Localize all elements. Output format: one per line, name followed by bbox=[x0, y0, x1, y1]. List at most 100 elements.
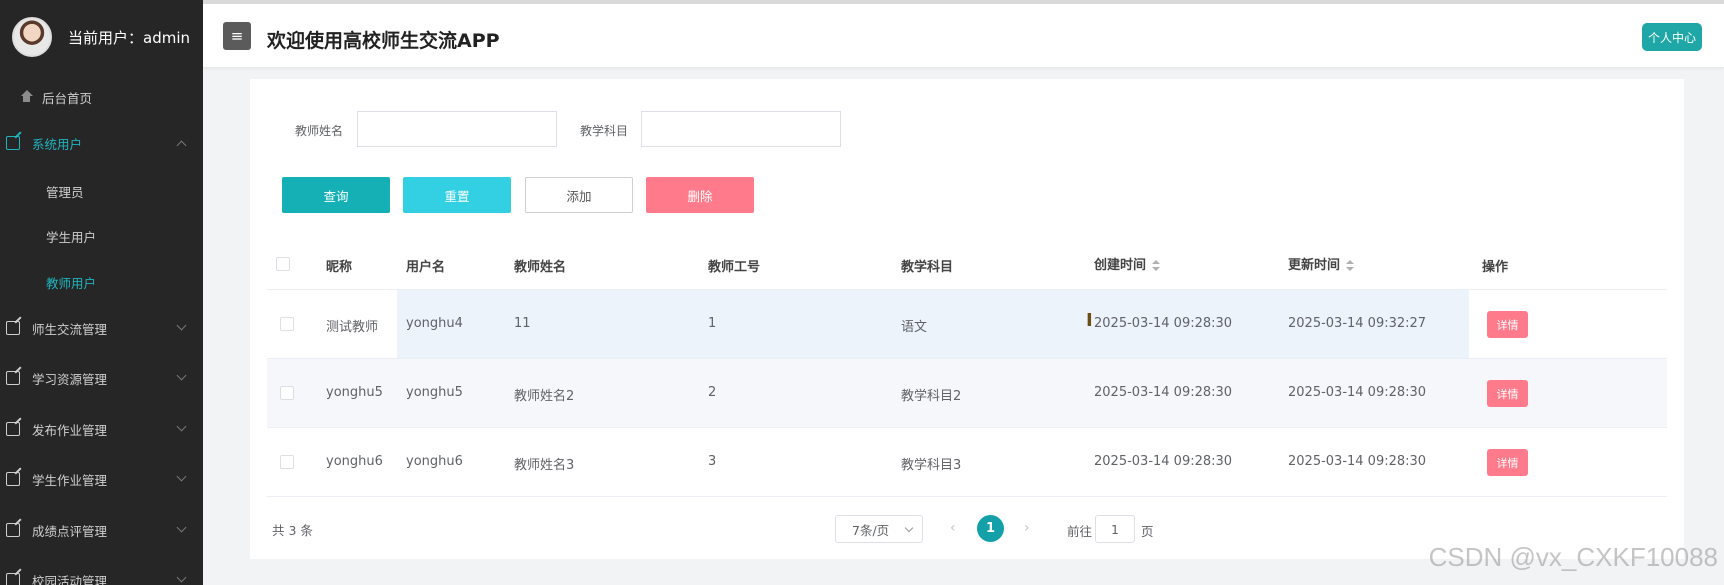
text-cursor-icon: I bbox=[1086, 310, 1093, 331]
edit-icon bbox=[6, 472, 20, 486]
cell-created-time: 2025-03-14 09:28:30 bbox=[1094, 316, 1233, 331]
sidebar-item-label: 校园活动管理 bbox=[32, 573, 108, 585]
sidebar-item-label: 学生用户 bbox=[46, 229, 97, 245]
sidebar-item-label: 教师用户 bbox=[46, 275, 97, 291]
top-header: ≡ 欢迎使用高校师生交流APP 个人中心 bbox=[203, 0, 1724, 67]
cell-teacher-name: 教师姓名2 bbox=[514, 389, 575, 404]
sort-icon[interactable] bbox=[1152, 260, 1161, 271]
table-row[interactable]: 测试教师 yonghu4 11 1 语文 2025-03-14 09:28:30… bbox=[267, 290, 1667, 359]
chevron-down-icon bbox=[904, 523, 914, 533]
edit-icon bbox=[6, 371, 20, 385]
cell-created-time: 2025-03-14 09:28:30 bbox=[1094, 385, 1233, 400]
profile-button[interactable]: 个人中心 bbox=[1641, 23, 1702, 51]
sidebar-item-label: 后台首页 bbox=[42, 90, 93, 106]
cell-username: yonghu6 bbox=[406, 454, 463, 469]
cell-username: yonghu5 bbox=[406, 385, 463, 400]
column-header-username: 用户名 bbox=[406, 260, 446, 275]
sort-icon[interactable] bbox=[1346, 260, 1355, 271]
sidebar-item-exchange[interactable]: 师生交流管理 bbox=[0, 315, 203, 341]
sidebar-item-grade-review[interactable]: 成绩点评管理 bbox=[0, 517, 203, 543]
teacher-name-label: 教师姓名 bbox=[295, 124, 344, 138]
column-header-label: 创建时间 bbox=[1094, 258, 1147, 273]
column-header-nickname: 昵称 bbox=[326, 260, 353, 275]
sidebar-item-label: 学习资源管理 bbox=[32, 371, 108, 387]
sidebar-item-label: 管理员 bbox=[46, 184, 84, 200]
sidebar-item-dashboard[interactable]: 后台首页 bbox=[0, 84, 203, 110]
sidebar-item-label: 成绩点评管理 bbox=[32, 523, 108, 539]
query-button[interactable]: 查询 bbox=[282, 177, 390, 213]
app-title: 欢迎使用高校师生交流APP bbox=[267, 30, 500, 52]
prev-page-icon[interactable]: ‹ bbox=[950, 520, 956, 536]
chevron-down-icon bbox=[176, 370, 187, 381]
row-checkbox[interactable] bbox=[280, 455, 294, 469]
menu-toggle-icon[interactable]: ≡ bbox=[223, 22, 251, 50]
column-header-teacher-name: 教师姓名 bbox=[514, 260, 567, 275]
cell-subject: 教学科目3 bbox=[901, 458, 962, 473]
table-header: 昵称 用户名 教师姓名 教师工号 教学科目 创建时间 更新时间 操作 bbox=[267, 242, 1667, 290]
detail-button[interactable]: 详情 bbox=[1487, 449, 1528, 476]
edit-icon bbox=[6, 523, 20, 537]
page-size-select[interactable]: 7条/页 bbox=[835, 515, 923, 543]
current-user-label: 当前用户：admin bbox=[68, 28, 191, 47]
goto-unit-label: 页 bbox=[1141, 524, 1154, 539]
select-all-checkbox[interactable] bbox=[276, 257, 290, 271]
detail-button[interactable]: 详情 bbox=[1487, 311, 1528, 338]
edit-icon bbox=[6, 573, 20, 585]
sidebar-item-campus-activities[interactable]: 校园活动管理 bbox=[0, 567, 203, 585]
avatar[interactable] bbox=[12, 17, 52, 57]
column-header-created-time[interactable]: 创建时间 bbox=[1094, 254, 1161, 273]
column-header-updated-time[interactable]: 更新时间 bbox=[1288, 254, 1355, 273]
sidebar-item-system-users[interactable]: 系统用户 bbox=[0, 130, 203, 156]
delete-button[interactable]: 删除 bbox=[646, 177, 754, 213]
teacher-name-input[interactable] bbox=[357, 111, 557, 147]
cell-updated-time: 2025-03-14 09:28:30 bbox=[1288, 454, 1427, 469]
chevron-down-icon bbox=[176, 522, 187, 533]
sidebar-item-resources[interactable]: 学习资源管理 bbox=[0, 365, 203, 391]
sidebar-item-label: 师生交流管理 bbox=[32, 321, 108, 337]
cell-subject: 语文 bbox=[901, 320, 928, 335]
subject-label: 教学科目 bbox=[580, 124, 629, 138]
reset-button[interactable]: 重置 bbox=[403, 177, 511, 213]
chevron-down-icon bbox=[176, 320, 187, 331]
edit-icon bbox=[6, 422, 20, 436]
row-checkbox[interactable] bbox=[280, 386, 294, 400]
cell-teacher-number: 3 bbox=[708, 454, 717, 469]
sidebar-item-teacher-users[interactable]: 教师用户 bbox=[0, 269, 203, 295]
cell-nickname: yonghu6 bbox=[326, 454, 383, 469]
sidebar-item-label: 系统用户 bbox=[32, 136, 83, 152]
home-icon bbox=[20, 90, 34, 104]
chevron-down-icon bbox=[176, 421, 187, 432]
cell-teacher-number: 1 bbox=[708, 316, 717, 331]
column-header-teacher-number: 教师工号 bbox=[708, 260, 761, 275]
sidebar-item-student-homework[interactable]: 学生作业管理 bbox=[0, 466, 203, 492]
column-header-subject: 教学科目 bbox=[901, 260, 954, 275]
table-row[interactable]: yonghu5 yonghu5 教师姓名2 2 教学科目2 2025-03-14… bbox=[267, 359, 1667, 428]
page-size-value: 7条/页 bbox=[852, 522, 890, 538]
chevron-down-icon bbox=[176, 471, 187, 482]
table-row[interactable]: yonghu6 yonghu6 教师姓名3 3 教学科目3 2025-03-14… bbox=[267, 428, 1667, 497]
chevron-down-icon bbox=[176, 572, 187, 583]
sidebar-item-publish-homework[interactable]: 发布作业管理 bbox=[0, 416, 203, 442]
sidebar-item-student-users[interactable]: 学生用户 bbox=[0, 223, 203, 249]
cell-created-time: 2025-03-14 09:28:30 bbox=[1094, 454, 1233, 469]
goto-page-input[interactable]: 1 bbox=[1095, 515, 1135, 543]
sidebar-item-label: 发布作业管理 bbox=[32, 422, 108, 438]
cell-username: yonghu4 bbox=[406, 316, 463, 331]
edit-icon bbox=[6, 321, 20, 335]
cell-updated-time: 2025-03-14 09:32:27 bbox=[1288, 316, 1427, 331]
sidebar: 当前用户：admin 后台首页 系统用户 管理员 学生用户 教师用户 师生交流管… bbox=[0, 0, 203, 585]
cell-updated-time: 2025-03-14 09:28:30 bbox=[1288, 385, 1427, 400]
page-number-current[interactable]: 1 bbox=[977, 515, 1004, 542]
cell-nickname: 测试教师 bbox=[326, 320, 379, 335]
next-page-icon[interactable]: › bbox=[1024, 520, 1030, 536]
sidebar-item-admin[interactable]: 管理员 bbox=[0, 178, 203, 204]
row-checkbox[interactable] bbox=[280, 317, 294, 331]
subject-input[interactable] bbox=[641, 111, 841, 147]
detail-button[interactable]: 详情 bbox=[1487, 380, 1528, 407]
add-button[interactable]: 添加 bbox=[525, 177, 633, 213]
sidebar-item-label: 学生作业管理 bbox=[32, 472, 108, 488]
edit-icon bbox=[6, 136, 20, 150]
cell-teacher-name: 11 bbox=[514, 316, 531, 331]
sidebar-user: 当前用户：admin bbox=[0, 0, 203, 74]
chevron-up-icon bbox=[176, 140, 187, 151]
